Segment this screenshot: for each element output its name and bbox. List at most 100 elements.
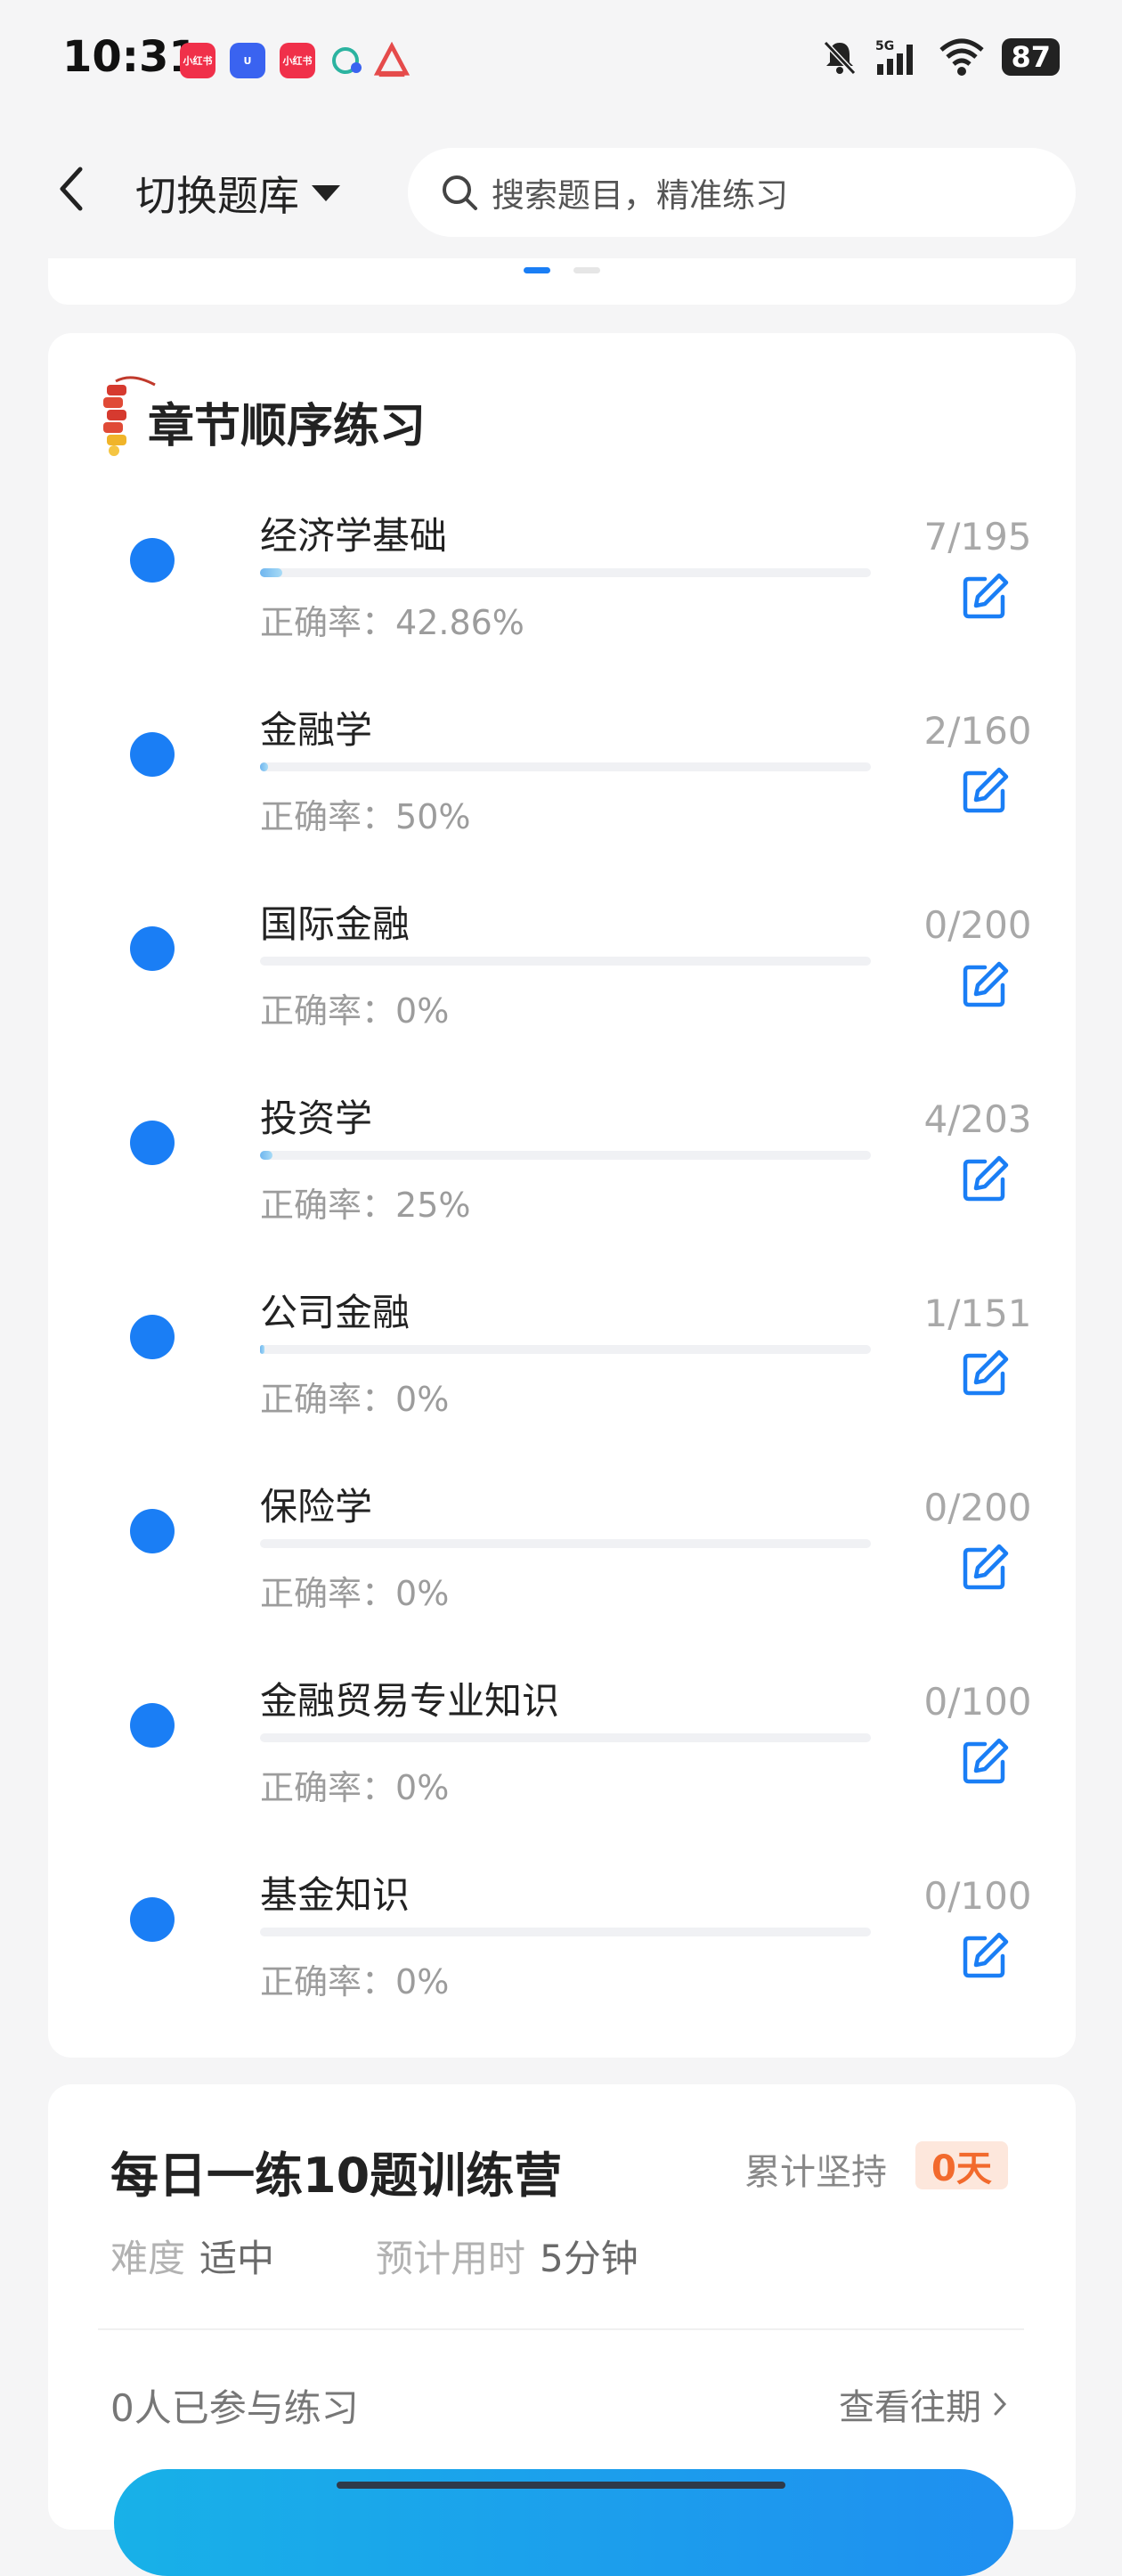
switch-question-bank-button[interactable]: 切换题库 [135, 164, 340, 223]
time-value: 5分钟 [540, 2237, 638, 2280]
battery-indicator: 87 [1002, 38, 1060, 76]
participants-count: 0人已参与练习 [110, 2386, 359, 2430]
xiaohongshu-icon: 小红书 [180, 43, 215, 78]
edit-practice-icon[interactable] [958, 764, 1012, 818]
chapter-row[interactable]: 金融学正确率：50% 2/160 [48, 675, 1076, 869]
search-input[interactable]: 搜索题目，精准练习 [408, 148, 1076, 237]
divider [98, 2328, 1024, 2330]
chapter-row[interactable]: 保险学正确率：0% 0/200 [48, 1452, 1076, 1646]
progress-fill [260, 568, 282, 577]
progress-bar [260, 568, 871, 577]
daily-title: 每日一练10题训练营 [110, 2148, 563, 2204]
chapter-name: 经济学基础 [260, 514, 448, 558]
accuracy-text: 正确率：0% [260, 1566, 449, 1615]
history-link[interactable]: 查看往期 [839, 2378, 1012, 2430]
back-arrow-icon[interactable] [52, 162, 91, 216]
page-indicator-active [524, 267, 550, 273]
question-count: 0/200 [923, 1486, 1032, 1529]
chapter-name: 国际金融 [260, 902, 411, 946]
status-time: 10:31 [62, 32, 199, 82]
accuracy-label: 正确率： [260, 1768, 396, 1807]
accuracy-value: 42.86% [395, 603, 524, 642]
edit-practice-icon[interactable] [958, 1735, 1012, 1789]
chapter-section-title: 章节顺序练习 [148, 400, 427, 453]
progress-bar [260, 1151, 871, 1160]
question-count: 7/195 [923, 515, 1032, 558]
difficulty-value: 适中 [199, 2237, 275, 2280]
chapter-dot [130, 538, 175, 583]
chapter-name: 基金知识 [260, 1873, 411, 1917]
progress-bar [260, 1539, 871, 1548]
accuracy-label: 正确率： [260, 991, 396, 1031]
accuracy-text: 正确率：50% [260, 789, 470, 838]
top-nav: 切换题库 搜索题目，精准练习 [0, 125, 1122, 258]
chapter-name: 金融学 [260, 708, 373, 752]
edit-practice-icon[interactable] [958, 1929, 1012, 1983]
streak-label: 累计坚持 [744, 2152, 887, 2193]
question-count: 2/160 [923, 709, 1032, 753]
chapter-name: 公司金融 [260, 1291, 411, 1334]
home-indicator [337, 2482, 785, 2489]
switch-label: 切换题库 [135, 172, 299, 220]
chapter-name: 金融贸易专业知识 [260, 1679, 560, 1723]
chapter-row[interactable]: 投资学正确率：25% 4/203 [48, 1064, 1076, 1258]
accuracy-label: 正确率： [260, 603, 396, 642]
status-bar: 10:31 小红书 U 小红书 5G 87 [0, 0, 1122, 125]
chapter-row[interactable]: 基金知识正确率：0% 0/100 [48, 1840, 1076, 2034]
progress-bar [260, 957, 871, 966]
history-link-label: 查看往期 [839, 2387, 981, 2428]
edit-practice-icon[interactable] [958, 1541, 1012, 1594]
chapter-row[interactable]: 经济学基础正确率：42.86% 7/195 [48, 481, 1076, 675]
question-count: 0/100 [923, 1874, 1032, 1918]
difficulty-info: 难度 适中 [110, 2229, 274, 2283]
chapter-dot [130, 1703, 175, 1748]
chevron-right-icon [994, 2393, 1007, 2416]
mute-bell-icon [824, 40, 857, 76]
triangle-app-icon [374, 42, 410, 78]
accuracy-text: 正确率：25% [260, 1178, 470, 1227]
progress-fill [260, 762, 268, 771]
signal-5g-icon: 5G [875, 39, 914, 75]
system-icons: 5G 87 [820, 37, 1060, 77]
chapter-row[interactable]: 国际金融 正确率：0% 0/200 [48, 869, 1076, 1064]
search-placeholder: 搜索题目，精准练习 [492, 176, 788, 215]
accuracy-label: 正确率： [260, 1574, 396, 1613]
question-count: 0/100 [923, 1680, 1032, 1724]
accuracy-value: 0% [395, 1768, 450, 1807]
edit-practice-icon[interactable] [958, 570, 1012, 624]
accuracy-label: 正确率： [260, 1962, 396, 2001]
accuracy-value: 0% [395, 991, 450, 1031]
search-icon [443, 175, 477, 210]
accuracy-value: 25% [395, 1186, 471, 1225]
xiaohongshu-icon-2: 小红书 [280, 43, 315, 78]
accuracy-value: 0% [395, 1380, 450, 1419]
edit-practice-icon[interactable] [958, 958, 1012, 1012]
progress-bar [260, 1733, 871, 1742]
page-indicator [573, 267, 600, 273]
accuracy-text: 正确率：0% [260, 983, 449, 1032]
progress-bar [260, 1345, 871, 1354]
banner-card [48, 258, 1076, 305]
chapter-row[interactable]: 公司金融 正确率：0% 1/151 [48, 1258, 1076, 1452]
time-info: 预计用时 5分钟 [376, 2229, 638, 2283]
chapter-row[interactable]: 金融贸易专业知识正确率：0% 0/100 [48, 1646, 1076, 1840]
accuracy-value: 0% [395, 1962, 450, 2001]
edit-practice-icon[interactable] [958, 1347, 1012, 1400]
edit-practice-icon[interactable] [958, 1153, 1012, 1206]
chapter-name: 投资学 [260, 1096, 373, 1140]
progress-bar [260, 762, 871, 771]
question-count: 4/203 [923, 1097, 1032, 1141]
accuracy-label: 正确率： [260, 1380, 396, 1419]
chapter-dot [130, 926, 175, 971]
chapter-name: 保险学 [260, 1485, 373, 1528]
progress-bar [260, 1928, 871, 1936]
accuracy-text: 正确率：0% [260, 1372, 449, 1421]
chat-bubble-icon [329, 43, 365, 78]
wifi-icon [939, 38, 985, 76]
chapter-dot [130, 1121, 175, 1165]
accuracy-value: 50% [395, 797, 471, 836]
accuracy-text: 正确率：42.86% [260, 595, 524, 644]
chapter-dot [130, 1897, 175, 1942]
streak-badge: 0天 [915, 2141, 1008, 2189]
svg-text:5G: 5G [875, 39, 894, 53]
